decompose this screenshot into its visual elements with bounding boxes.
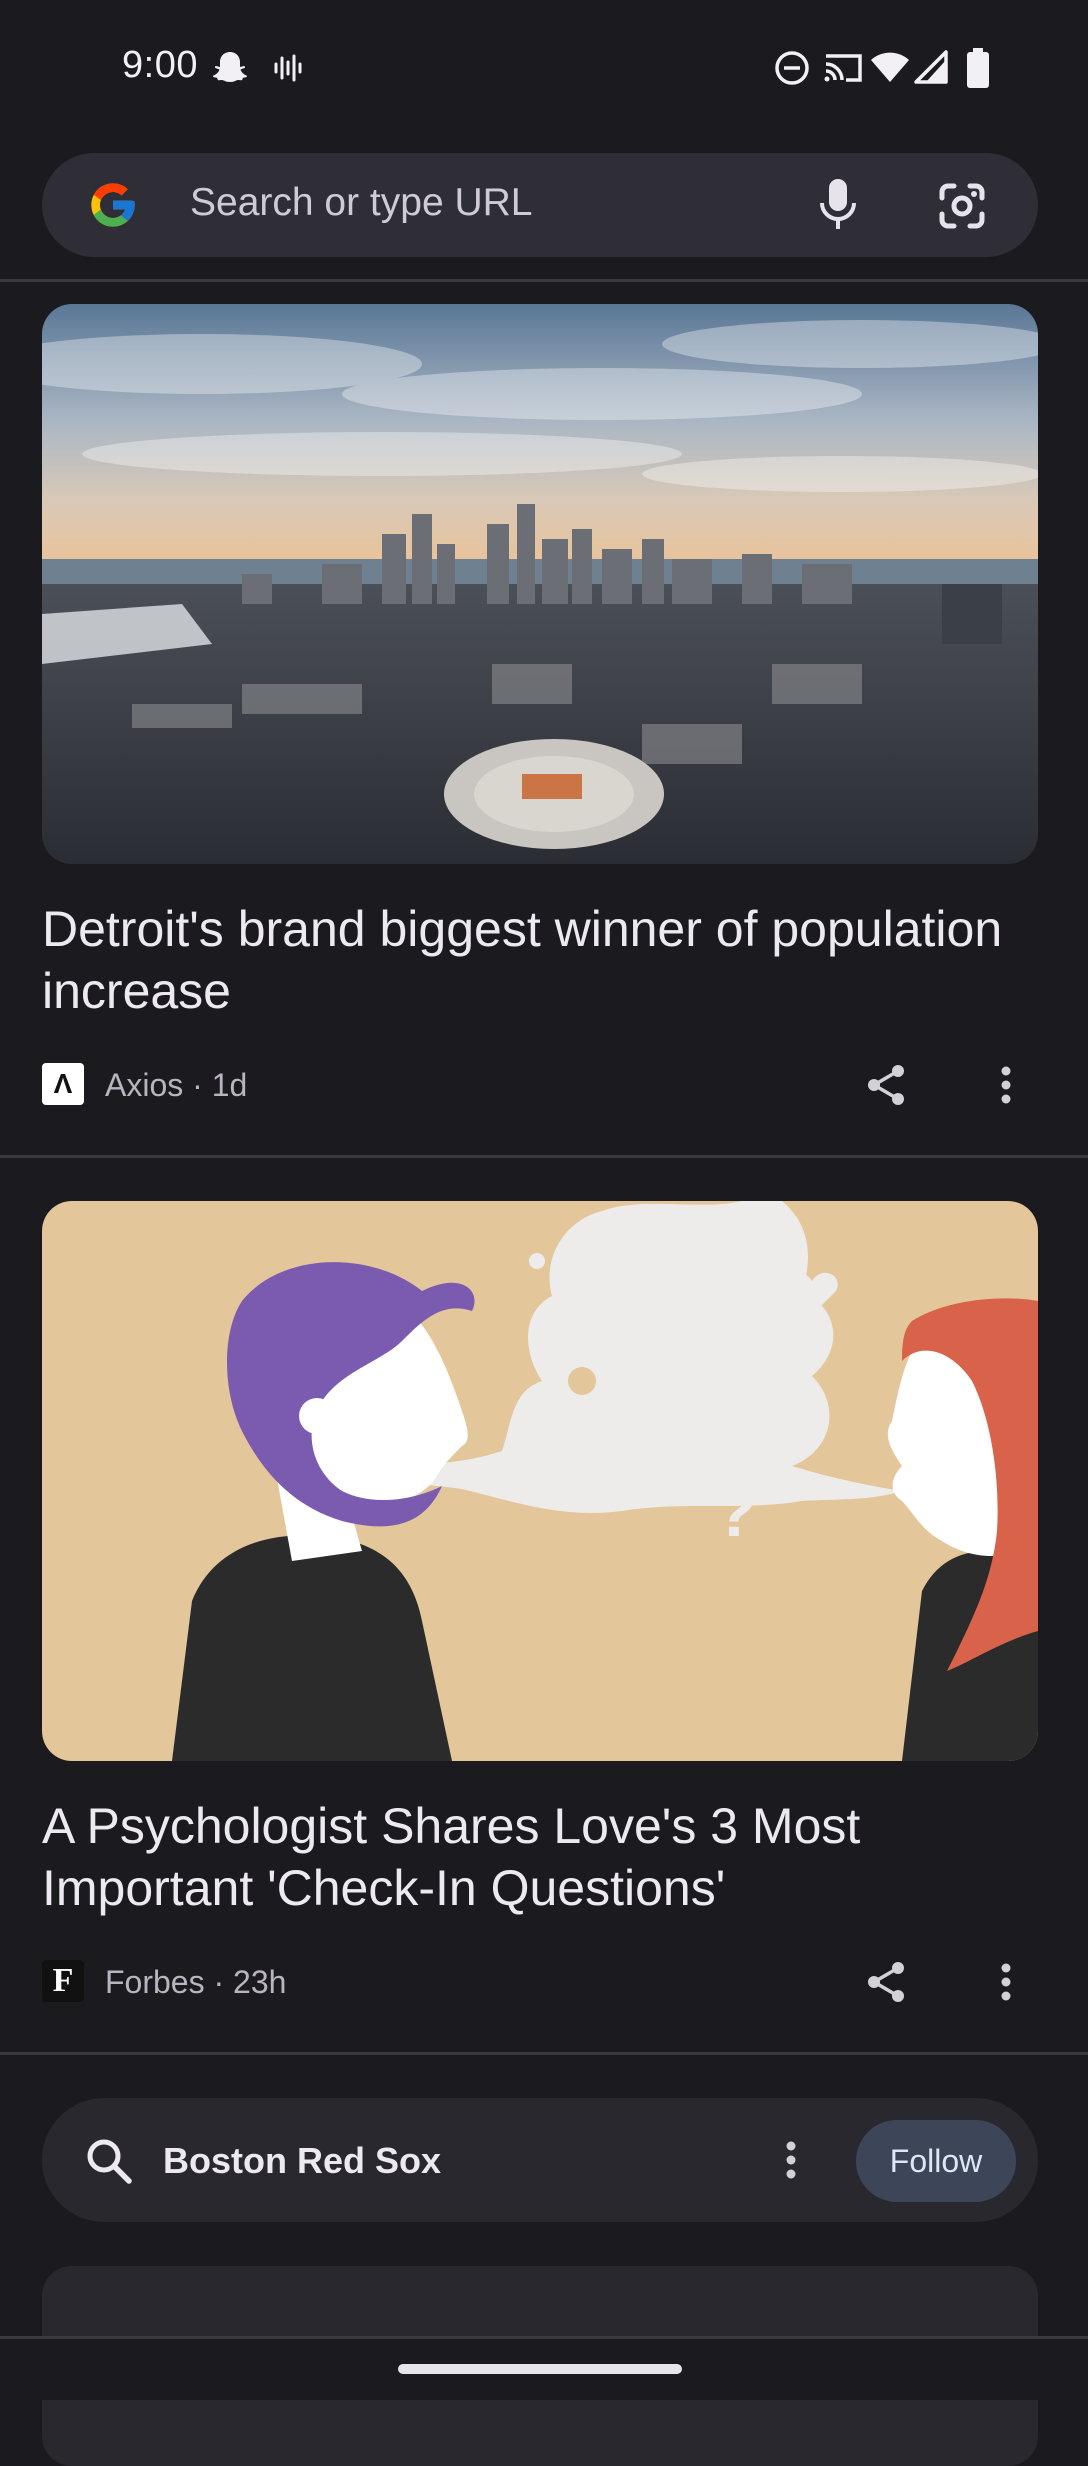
voice-wave-icon xyxy=(274,54,302,82)
follow-button[interactable]: Follow xyxy=(856,2120,1016,2202)
search-input[interactable]: Search or type URL xyxy=(190,181,533,225)
divider xyxy=(0,2052,1088,2055)
svg-text:?: ? xyxy=(714,1473,757,1551)
article-source: Forbes · 23h xyxy=(105,1964,287,2000)
article-image-detroit[interactable] xyxy=(42,304,1038,864)
article-image-psychologist[interactable]: ? xyxy=(42,1201,1038,1761)
search-icon xyxy=(87,2139,132,2184)
article-headline[interactable]: Detroit's brand biggest winner of popula… xyxy=(42,898,1022,1022)
article-source-row: Λ Axios · 1d xyxy=(42,1063,1042,1107)
divider xyxy=(0,1155,1088,1158)
search-bar[interactable]: Search or type URL xyxy=(42,153,1038,257)
more-options-icon[interactable] xyxy=(1000,1065,1012,1105)
topic-suggestion-bar[interactable]: Boston Red Sox Follow xyxy=(42,2098,1038,2222)
google-logo xyxy=(91,183,135,227)
status-bar: 9:00 xyxy=(0,0,1088,136)
wifi-icon xyxy=(871,52,909,82)
article-source-row: F Forbes · 23h xyxy=(42,1960,1042,2004)
forbes-logo: F xyxy=(42,1960,84,2002)
axios-logo: Λ xyxy=(42,1063,84,1105)
more-options-icon[interactable] xyxy=(785,2140,797,2180)
share-icon[interactable] xyxy=(864,1063,908,1107)
topic-label[interactable]: Boston Red Sox xyxy=(163,2140,441,2182)
more-options-icon[interactable] xyxy=(1000,1962,1012,2002)
article-headline[interactable]: A Psychologist Shares Love's 3 Most Impo… xyxy=(42,1795,1022,1919)
status-time: 9:00 xyxy=(122,44,198,86)
home-gesture-handle[interactable] xyxy=(398,2364,682,2374)
navigation-bar xyxy=(0,2336,1088,2400)
article-source: Axios · 1d xyxy=(105,1067,248,1103)
signal-icon xyxy=(914,50,948,84)
divider xyxy=(0,2336,1088,2339)
battery-icon xyxy=(967,48,989,88)
divider xyxy=(0,279,1088,282)
cast-icon xyxy=(824,54,862,82)
microphone-icon[interactable] xyxy=(816,175,860,235)
do-not-disturb-icon xyxy=(775,51,809,85)
share-icon[interactable] xyxy=(864,1960,908,2004)
lens-camera-icon[interactable] xyxy=(936,180,988,232)
snapchat-icon xyxy=(213,52,247,82)
